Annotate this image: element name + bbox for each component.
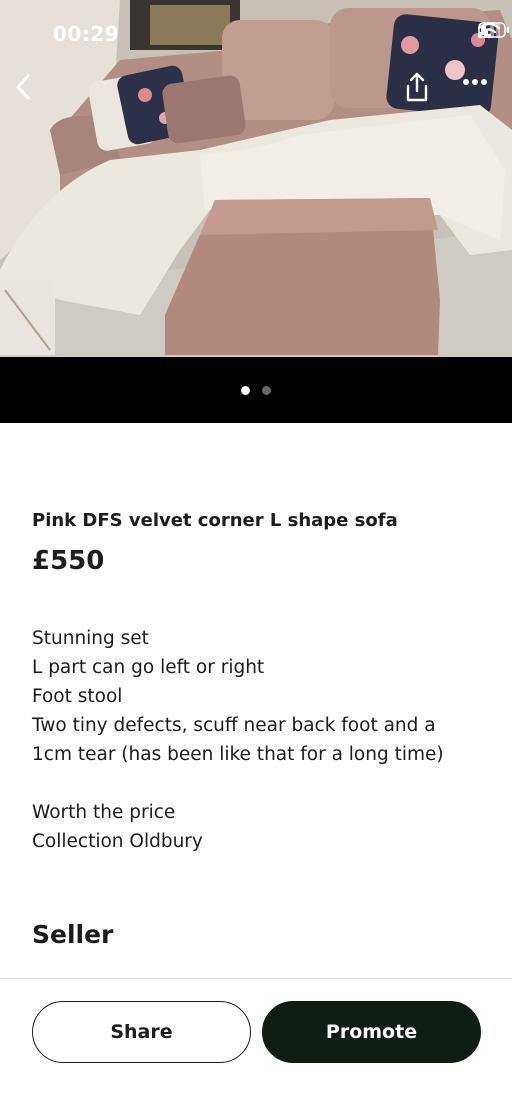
description-line: Stunning set (32, 628, 149, 649)
description-spacer (32, 769, 482, 798)
seller-heading: Seller (32, 920, 114, 949)
description-line: 1cm tear (has been like that for a long … (32, 744, 444, 765)
share-top-button[interactable] (404, 72, 440, 112)
description-line: Foot stool (32, 686, 123, 707)
listing-price: £550 (32, 546, 105, 576)
status-time: 00:29 (53, 22, 120, 46)
pagination-dot-1[interactable] (241, 385, 250, 395)
description-line: Two tiny defects, scuff near back foot a… (32, 715, 436, 736)
bottom-action-bar: Share Promote (0, 978, 512, 1108)
pagination-dot-2[interactable] (262, 385, 271, 395)
status-bar: 00:29 (0, 0, 512, 70)
promote-button[interactable]: Promote (262, 1001, 481, 1063)
share-button[interactable]: Share (32, 1001, 251, 1063)
product-photo[interactable]: 00:29 (0, 0, 512, 357)
description-line: L part can go left or right (32, 657, 265, 678)
more-options-button[interactable] (462, 78, 502, 106)
listing-description: Stunning set L part can go left or right… (32, 624, 482, 856)
description-line: Collection Oldbury (32, 831, 203, 852)
listing-title: Pink DFS velvet corner L shape sofa (32, 510, 398, 531)
description-line: Worth the price (32, 802, 176, 823)
gallery-pagination (0, 357, 512, 423)
back-button[interactable] (14, 74, 50, 110)
